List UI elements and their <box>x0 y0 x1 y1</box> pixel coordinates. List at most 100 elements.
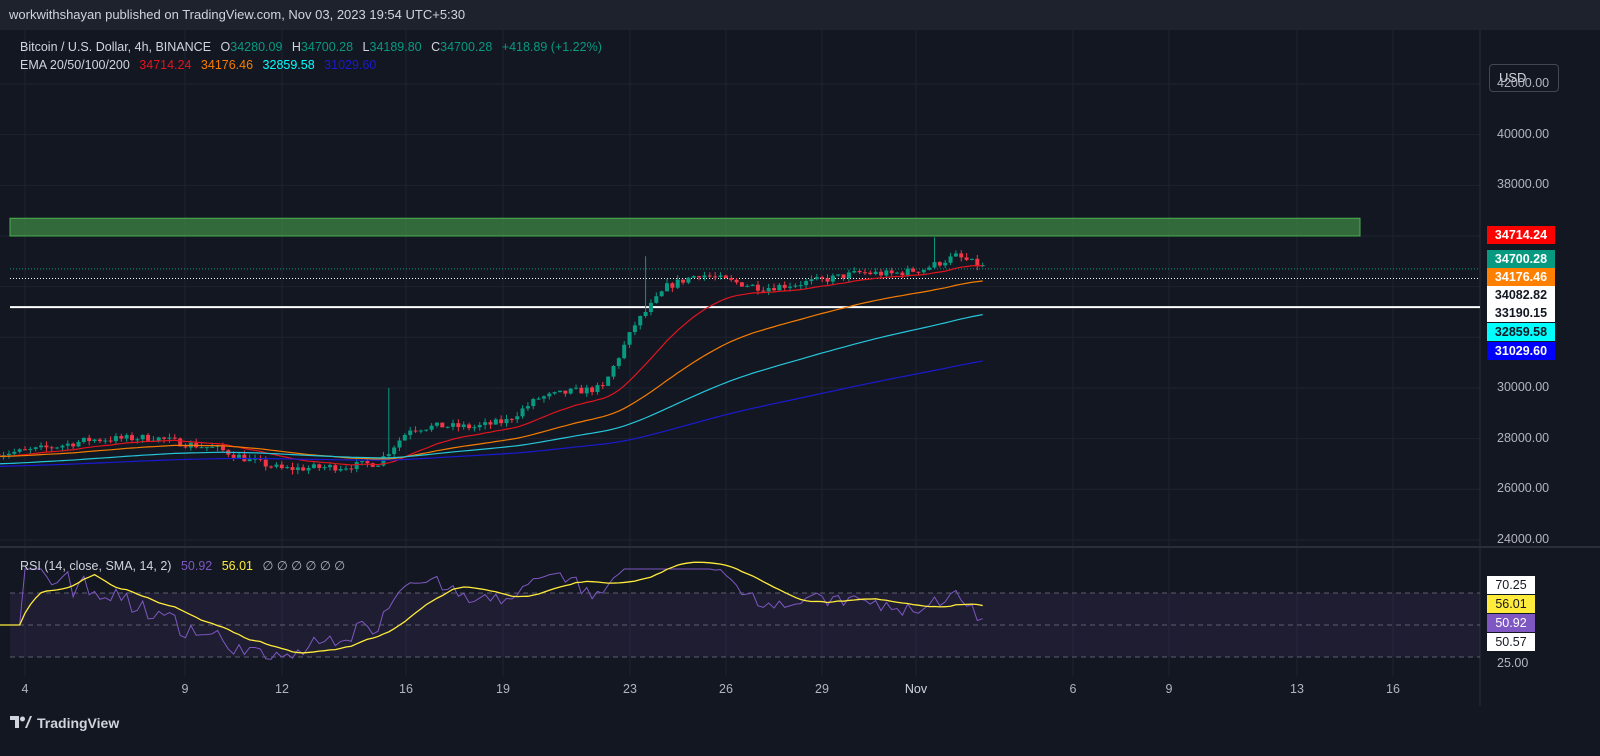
rsi-label[interactable]: RSI (14, close, SMA, 14, 2) <box>20 559 171 573</box>
candle-body <box>204 447 209 449</box>
candle-body <box>113 436 118 442</box>
candle-body <box>317 464 322 468</box>
candle-body <box>814 277 819 280</box>
date-tick: 16 <box>1386 682 1400 696</box>
candle-body <box>782 284 787 288</box>
open-value: 34280.09 <box>230 40 283 54</box>
price-tick: 30000.00 <box>1497 379 1550 394</box>
candle-body <box>172 437 177 439</box>
candle-body <box>349 468 354 470</box>
high-value: 34700.28 <box>300 40 354 54</box>
candle-body <box>12 451 17 454</box>
symbol-name[interactable]: Bitcoin / U.S. Dollar, 4h, BINANCE <box>20 40 211 54</box>
candle-body <box>729 278 734 280</box>
candle-body <box>895 272 900 274</box>
chart-area[interactable]: Bitcoin / U.S. Dollar, 4h, BINANCE O3428… <box>0 30 1600 706</box>
candle-body <box>451 423 455 427</box>
date-tick: 9 <box>181 682 189 696</box>
candle-body <box>418 430 423 432</box>
candle-body <box>745 285 750 287</box>
candle-body <box>691 276 696 278</box>
rsi-tag: 70.25 <box>1487 576 1535 594</box>
chart-canvas[interactable] <box>0 30 1600 706</box>
ema200-value: 31029.60 <box>324 58 377 72</box>
candle-body <box>868 272 873 275</box>
candle-body <box>670 283 675 288</box>
candle-body <box>975 258 980 267</box>
candle-body <box>515 416 520 420</box>
date-tick: 26 <box>719 682 733 696</box>
candle-body <box>140 434 145 440</box>
candle-body <box>301 467 306 471</box>
candle-body <box>579 387 584 394</box>
candle-body <box>354 462 359 470</box>
candle-body <box>921 269 926 273</box>
candle-body <box>611 365 616 377</box>
close-value: 34700.28 <box>440 40 493 54</box>
candle-body <box>49 447 54 449</box>
candle-body <box>654 296 659 303</box>
candle-body <box>627 332 632 345</box>
candle-body <box>750 284 755 286</box>
price-tag: 32859.58 <box>1487 323 1555 341</box>
candle-body <box>606 376 611 386</box>
candle-body <box>60 445 65 448</box>
candle-body <box>424 429 429 431</box>
candle-body <box>857 270 862 273</box>
candle-body <box>477 424 482 428</box>
candle-body <box>210 446 215 448</box>
rsi-axis-tick: 25.00 <box>1497 656 1529 670</box>
brand-name: TradingView <box>37 715 120 731</box>
candle-body <box>493 419 498 425</box>
candle-body <box>558 390 562 393</box>
candle-body <box>322 467 327 469</box>
ema20-value: 34714.24 <box>139 58 192 72</box>
candle-body <box>643 311 648 316</box>
candle-body <box>55 447 60 449</box>
candle-body <box>953 253 958 257</box>
candle-body <box>23 449 27 451</box>
published-header: workwithshayan published on TradingView.… <box>0 0 1600 30</box>
tradingview-logo[interactable]: TradingView <box>10 715 119 731</box>
candle-body <box>135 439 140 441</box>
candle-body <box>681 279 686 283</box>
candle-body <box>937 262 942 266</box>
ema-legend: EMA 20/50/100/200 34714.24 34176.46 3285… <box>20 58 382 72</box>
candle-body <box>873 271 878 275</box>
candle-body <box>499 419 504 424</box>
candle-body <box>665 283 669 292</box>
candle-body <box>386 454 391 457</box>
price-tag: 34176.46 <box>1487 268 1555 286</box>
price-tag: 34082.82 <box>1487 286 1555 304</box>
candle-body <box>905 268 910 276</box>
rsi-sma-value: 56.01 <box>221 559 253 573</box>
candle-body <box>761 290 766 292</box>
ema200-line <box>0 360 983 467</box>
candle-body <box>274 464 279 467</box>
candle-body <box>81 437 86 442</box>
candle-body <box>675 279 680 288</box>
candle-body <box>167 437 172 439</box>
candle-body <box>87 437 92 442</box>
candle-body <box>852 270 857 273</box>
price-tag: 31029.60 <box>1487 342 1555 360</box>
ema100-value: 32859.58 <box>262 58 315 72</box>
candle-body <box>686 277 691 283</box>
candle-body <box>825 278 830 282</box>
low-value: 34189.80 <box>369 40 422 54</box>
candle-body <box>734 279 739 283</box>
candle-body <box>788 286 793 288</box>
candle-body <box>713 276 718 278</box>
price-tick: 38000.00 <box>1497 177 1550 192</box>
candle-body <box>547 393 552 397</box>
candle-body <box>65 443 70 446</box>
candle-body <box>862 272 867 274</box>
candle-body <box>525 406 530 409</box>
candle-body <box>338 468 343 471</box>
candle-body <box>108 440 113 442</box>
candle-body <box>632 325 637 333</box>
candle-body <box>392 447 397 455</box>
low-label: L <box>362 40 370 54</box>
ema-label[interactable]: EMA 20/50/100/200 <box>20 58 130 72</box>
candle-body <box>531 399 536 407</box>
